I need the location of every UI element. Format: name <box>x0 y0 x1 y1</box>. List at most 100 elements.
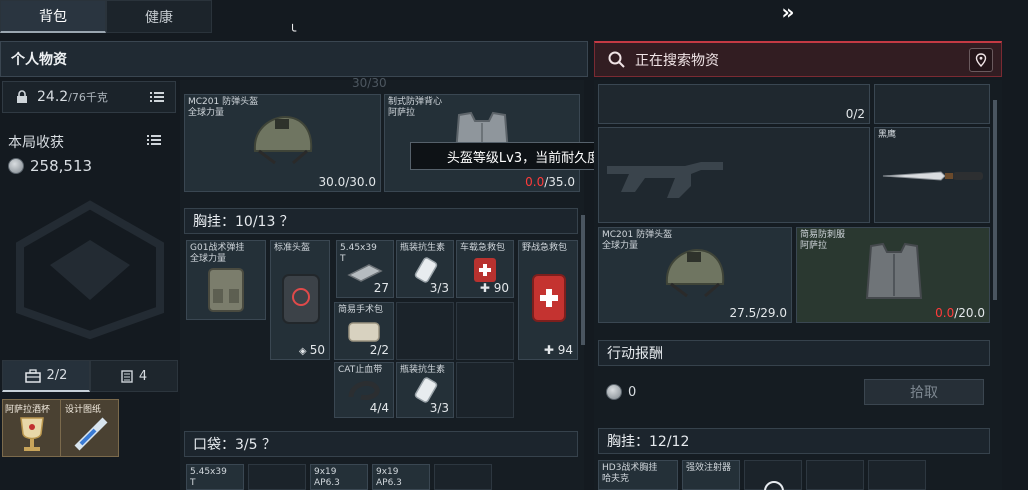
empty-slot[interactable] <box>396 302 454 360</box>
tab-backpack[interactable]: 背包 <box>0 0 106 33</box>
durability-max: /20.0 <box>954 306 985 320</box>
item-name: 野战急救包 <box>522 243 568 253</box>
item-qty: 94 <box>557 343 573 357</box>
searching-spinner-icon <box>764 481 784 490</box>
ticket-case-count: 4 <box>138 368 148 384</box>
surgery-kit-item[interactable]: 简易手术包 2/2 <box>334 302 394 360</box>
field-first-aid-item[interactable]: 野战急救包 ✚ 94 <box>518 240 578 360</box>
loot-helmet-item[interactable]: MC201 防弹头盔 全球力量 27.5/29.0 <box>598 227 792 323</box>
weight-max: /76千克 <box>68 91 108 104</box>
chest-rig-title: 胸挂：10/13 ？ <box>193 214 294 230</box>
item-sub: 阿萨拉 <box>388 108 416 118</box>
weight-value: 24.2 <box>37 89 69 105</box>
location-pin-icon[interactable] <box>969 48 993 72</box>
chest-rig-item[interactable]: G01战术弹挂 全球力量 <box>186 240 266 320</box>
weight-indicator: 24.2 /76千克 <box>2 81 176 113</box>
double-chevron-right-icon[interactable]: » <box>776 0 800 24</box>
item-sub: AP6.3 <box>376 478 402 488</box>
case-item-goblet[interactable]: 阿萨拉酒杯 <box>3 400 61 456</box>
loot-knife-item[interactable]: 黑鹰 <box>874 127 990 223</box>
gain-value: 258,513 <box>30 157 93 175</box>
loot-injector-item[interactable]: 强效注射器 <box>682 460 740 490</box>
item-name: 黑鹰 <box>878 130 897 140</box>
pocket-item[interactable]: 9x19 AP6.3 <box>372 464 430 490</box>
antibiotic-item-2[interactable]: 瓶装抗生素 3/3 <box>396 362 454 418</box>
safe-case-count: 2/2 <box>46 368 68 383</box>
item-name: HD3战术胸挂 <box>602 463 658 473</box>
item-name: MC201 防弹头盔 <box>602 230 673 240</box>
goblet-icon <box>20 417 44 451</box>
empty-slot[interactable] <box>456 362 514 418</box>
antibiotic-item[interactable]: 瓶装抗生素 3/3 <box>396 240 454 298</box>
tab-ticket-case[interactable]: 4 <box>90 360 178 392</box>
tactical-vest-icon <box>208 268 244 312</box>
item-qty: 4/4 <box>369 401 389 415</box>
item-sub: T <box>190 478 196 488</box>
item-name: 9x19 <box>376 467 399 477</box>
tourniquet-icon <box>348 380 380 400</box>
knife-icon <box>882 171 983 181</box>
currency-coin-icon <box>606 384 622 400</box>
item-name: 9x19 <box>314 467 337 477</box>
item-sub: 阿萨拉 <box>800 241 828 251</box>
item-name: 瓶装抗生素 <box>400 365 446 375</box>
durability-max: /35.0 <box>544 175 575 189</box>
durability-max: /30.0 <box>345 175 376 189</box>
tab-health[interactable]: 健康 <box>106 0 212 33</box>
empty-slot[interactable] <box>806 460 864 490</box>
durability-current: 27.5 <box>729 306 757 320</box>
stab-vest-icon <box>865 242 923 299</box>
clipboard-icon <box>121 370 133 383</box>
main-tabs: 背包 健康 <box>0 0 212 33</box>
gain-value-row: 258,513 <box>8 157 92 175</box>
item-qty: 50 <box>309 343 325 357</box>
durability-max: /29.0 <box>756 306 787 320</box>
personal-supplies-title: 个人物资 <box>11 52 67 68</box>
empty-slot[interactable] <box>868 460 926 490</box>
item-qty: 27 <box>373 281 389 295</box>
loot-chest-title: 胸挂：12/12 <box>607 434 690 450</box>
pocket-header: 口袋：3/5 ？ <box>184 431 578 457</box>
durability-current: 0.0 <box>525 175 545 189</box>
pocket-item[interactable]: 5.45x39 T <box>186 464 244 490</box>
pickup-button[interactable]: 拾取 <box>864 379 984 405</box>
loot-searching-slot[interactable] <box>744 460 802 490</box>
cursor-icon: ╰ <box>289 24 297 38</box>
backpack-scrollbar[interactable] <box>581 215 585 345</box>
backpack-count-ghost: 30/30 <box>352 76 387 90</box>
tourniquet-item[interactable]: CAT止血带 4/4 <box>334 362 394 418</box>
loot-slot-top-right[interactable] <box>874 84 990 124</box>
loot-armor-item[interactable]: 简易防刺服 阿萨拉 0.0/20.0 <box>796 227 990 323</box>
item-name: 5.45x39 <box>340 243 377 253</box>
durability-current: 30.0 <box>318 175 346 189</box>
loot-scrollbar[interactable] <box>993 100 997 300</box>
durability-current: 0.0 <box>935 306 955 320</box>
car-first-aid-item[interactable]: 车载急救包 ✚ 90 <box>456 240 514 298</box>
empty-slot[interactable] <box>248 464 306 490</box>
empty-slot[interactable] <box>434 464 492 490</box>
safe-case-slots: 阿萨拉酒杯 设计图纸 <box>2 399 119 457</box>
ammo-item[interactable]: 5.45x39 T 27 <box>336 240 394 298</box>
list-icon[interactable] <box>149 89 165 105</box>
item-sub: 哈夫克 <box>602 474 630 484</box>
loot-count: 0/2 <box>845 107 865 121</box>
faction-emblem-icon <box>16 200 164 340</box>
surgery-pouch-icon <box>348 322 380 342</box>
pocket-item[interactable]: 9x19 AP6.3 <box>310 464 368 490</box>
item-sub: T <box>340 254 346 264</box>
loot-weapon-slot-top[interactable]: 0/2 <box>598 84 870 124</box>
equipped-helmet-slot[interactable]: MC201 防弹头盔 全球力量 30.0/30.0 <box>184 94 381 192</box>
item-sub: 全球力量 <box>602 241 639 251</box>
rifle-silhouette-icon <box>607 162 723 198</box>
case-item-blueprint[interactable]: 设计图纸 <box>61 400 119 456</box>
loot-rig-item[interactable]: HD3战术胸挂 哈夫克 <box>598 460 678 490</box>
reward-value-row: 0 <box>606 384 636 400</box>
gain-list-icon[interactable] <box>146 132 162 148</box>
item-name: 简易手术包 <box>338 305 384 315</box>
medkit-icon <box>532 274 566 322</box>
container-tabs: 2/2 4 <box>2 360 178 392</box>
tab-safe-case[interactable]: 2/2 <box>2 360 90 392</box>
empty-slot[interactable] <box>456 302 514 360</box>
loot-weapon-slot[interactable] <box>598 127 870 223</box>
standard-helmet-item[interactable]: 标准头盔 ◈ 50 <box>270 240 330 360</box>
